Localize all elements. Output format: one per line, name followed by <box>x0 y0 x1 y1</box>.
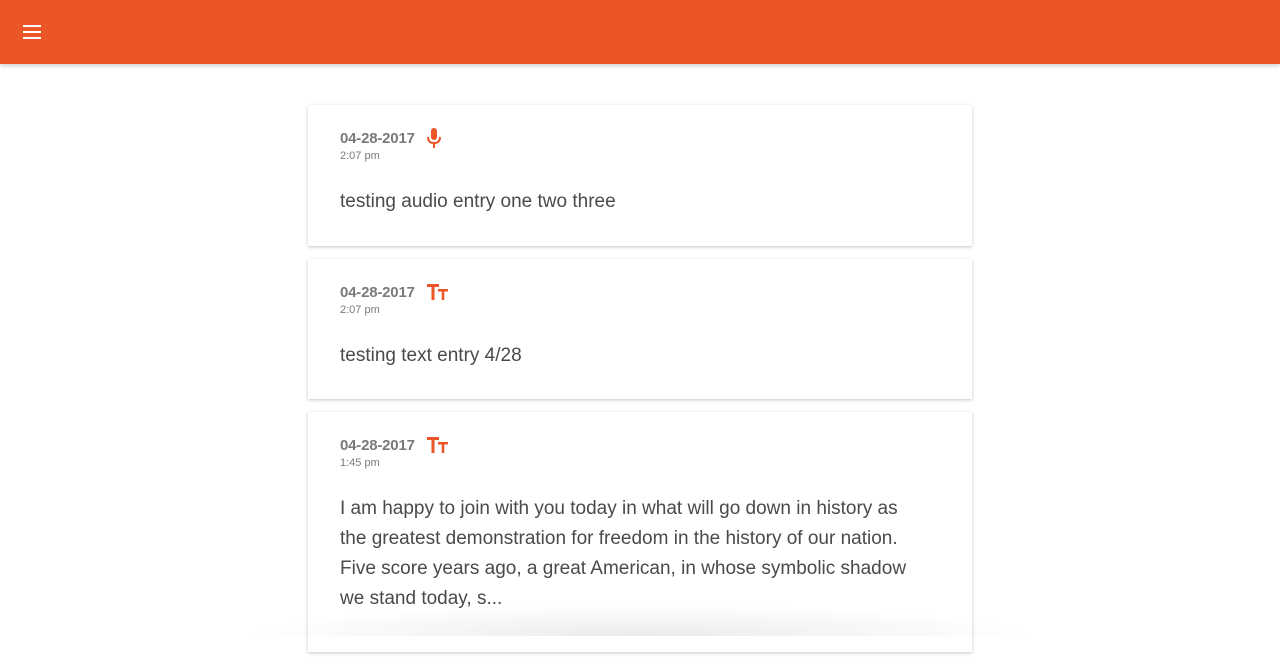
entry-meta: 04-28-2017 <box>340 128 940 148</box>
text-format-icon <box>426 437 449 453</box>
entry-text: I am happy to join with you today in wha… <box>340 498 907 609</box>
entry-card[interactable]: 04-28-2017 2:07 pm testing text entry 4/… <box>308 259 972 399</box>
app-bar <box>0 0 1280 64</box>
entry-text: testing audio entry one two three <box>340 191 616 212</box>
hamburger-menu-icon <box>23 25 41 39</box>
menu-button[interactable] <box>14 14 50 50</box>
entry-text: testing text entry 4/28 <box>340 345 522 366</box>
entry-date: 04-28-2017 <box>340 129 415 147</box>
entry-date: 04-28-2017 <box>340 436 415 454</box>
entry-time: 2:07 pm <box>340 304 380 316</box>
entry-meta: 04-28-2017 <box>340 436 940 454</box>
entry-card[interactable]: 04-28-2017 1:45 pm I am happy to join wi… <box>308 412 972 652</box>
entry-date: 04-28-2017 <box>340 283 415 301</box>
entry-time: 1:45 pm <box>340 457 380 469</box>
entry-meta: 04-28-2017 <box>340 283 940 301</box>
entry-card[interactable]: 04-28-2017 2:07 pm testing audio entry o… <box>308 105 972 246</box>
entry-time: 2:07 pm <box>340 150 380 162</box>
text-format-icon <box>426 284 449 300</box>
microphone-icon <box>426 128 441 148</box>
entry-feed: 04-28-2017 2:07 pm testing audio entry o… <box>308 105 972 665</box>
